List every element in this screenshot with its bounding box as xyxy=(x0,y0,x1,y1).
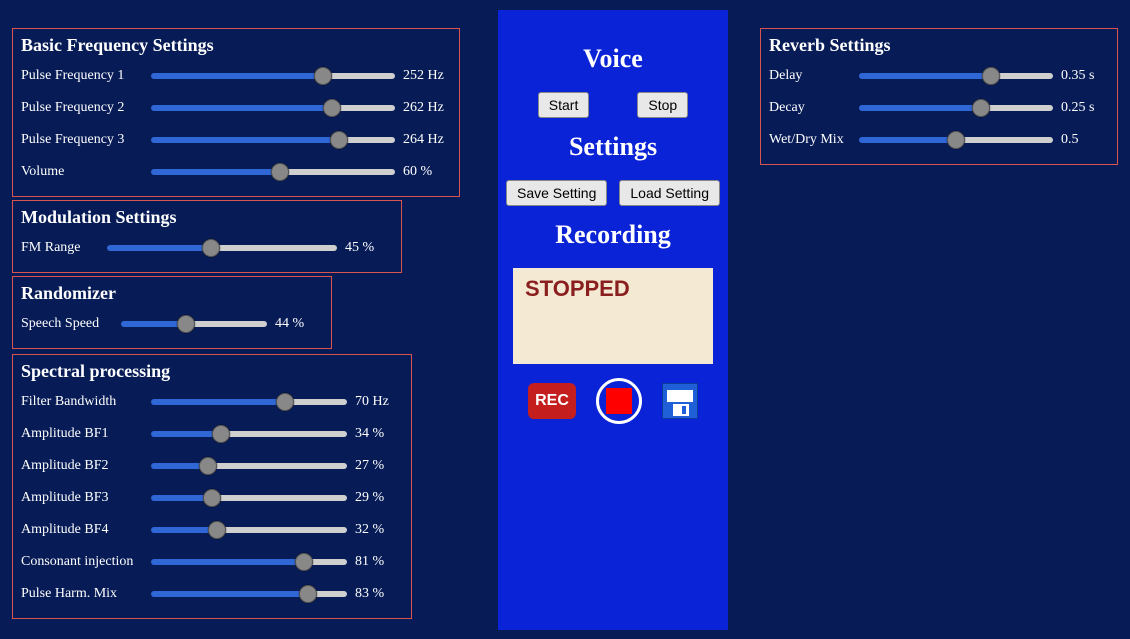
slider[interactable] xyxy=(151,559,347,565)
settings-heading: Settings xyxy=(498,132,728,162)
randomizer-panel: Randomizer Speech Speed 44 % xyxy=(12,276,332,349)
slider-label: Filter Bandwidth xyxy=(21,394,151,410)
slider[interactable] xyxy=(121,321,267,327)
panel-title: Spectral processing xyxy=(21,361,403,382)
slider[interactable] xyxy=(151,495,347,501)
voice-heading: Voice xyxy=(498,44,728,74)
slider-value: 27 % xyxy=(347,458,403,474)
panel-title: Modulation Settings xyxy=(21,207,393,228)
slider-label: Decay xyxy=(769,100,859,116)
slider[interactable] xyxy=(151,105,395,111)
load-setting-button[interactable]: Load Setting xyxy=(619,180,720,206)
basic-frequency-panel: Basic Frequency Settings Pulse Frequency… xyxy=(12,28,460,197)
slider-row: Wet/Dry Mix 0.5 xyxy=(769,124,1109,156)
slider-label: Delay xyxy=(769,68,859,84)
slider-label: FM Range xyxy=(21,240,107,256)
slider-value: 0.25 s xyxy=(1053,100,1109,116)
slider-label: Amplitude BF4 xyxy=(21,522,151,538)
slider-label: Amplitude BF2 xyxy=(21,458,151,474)
save-recording-button[interactable] xyxy=(662,383,698,419)
record-button[interactable]: REC xyxy=(528,383,576,419)
slider-row: Decay 0.25 s xyxy=(769,92,1109,124)
slider-label: Amplitude BF3 xyxy=(21,490,151,506)
slider-value: 262 Hz xyxy=(395,100,451,116)
slider-value: 60 % xyxy=(395,164,451,180)
slider-row: Amplitude BF1 34 % xyxy=(21,418,403,450)
slider[interactable] xyxy=(107,245,337,251)
slider-row: Pulse Frequency 3 264 Hz xyxy=(21,124,451,156)
start-button[interactable]: Start xyxy=(538,92,590,118)
slider-value: 34 % xyxy=(347,426,403,442)
slider-value: 252 Hz xyxy=(395,68,451,84)
slider-value: 70 Hz xyxy=(347,394,403,410)
slider-value: 29 % xyxy=(347,490,403,506)
slider[interactable] xyxy=(859,73,1053,79)
slider[interactable] xyxy=(151,399,347,405)
slider-value: 83 % xyxy=(347,586,403,602)
slider-row: Consonant injection 81 % xyxy=(21,546,403,578)
spectral-panel: Spectral processing Filter Bandwidth 70 H… xyxy=(12,354,412,619)
slider-row: Volume 60 % xyxy=(21,156,451,188)
slider[interactable] xyxy=(151,591,347,597)
stop-icon xyxy=(606,388,632,414)
slider-value: 44 % xyxy=(267,316,323,332)
slider-label: Pulse Frequency 3 xyxy=(21,132,151,148)
slider-value: 264 Hz xyxy=(395,132,451,148)
slider-row: FM Range 45 % xyxy=(21,232,393,264)
slider-row: Amplitude BF2 27 % xyxy=(21,450,403,482)
modulation-panel: Modulation Settings FM Range 45 % xyxy=(12,200,402,273)
slider[interactable] xyxy=(859,137,1053,143)
slider-value: 0.35 s xyxy=(1053,68,1109,84)
slider-label: Pulse Frequency 2 xyxy=(21,100,151,116)
floppy-icon xyxy=(667,390,693,402)
stop-button[interactable]: Stop xyxy=(637,92,688,118)
slider-row: Filter Bandwidth 70 Hz xyxy=(21,386,403,418)
center-column: Voice Start Stop Settings Save Setting L… xyxy=(498,10,728,630)
slider-row: Amplitude BF3 29 % xyxy=(21,482,403,514)
recording-heading: Recording xyxy=(498,220,728,250)
slider-value: 32 % xyxy=(347,522,403,538)
slider[interactable] xyxy=(151,431,347,437)
panel-title: Reverb Settings xyxy=(769,35,1109,56)
slider-label: Amplitude BF1 xyxy=(21,426,151,442)
save-setting-button[interactable]: Save Setting xyxy=(506,180,607,206)
slider-label: Speech Speed xyxy=(21,316,121,332)
slider-label: Consonant injection xyxy=(21,554,151,570)
slider[interactable] xyxy=(859,105,1053,111)
slider[interactable] xyxy=(151,73,395,79)
slider-label: Pulse Frequency 1 xyxy=(21,68,151,84)
slider-row: Pulse Harm. Mix 83 % xyxy=(21,578,403,610)
slider-label: Wet/Dry Mix xyxy=(769,132,859,148)
slider-row: Amplitude BF4 32 % xyxy=(21,514,403,546)
slider-row: Delay 0.35 s xyxy=(769,60,1109,92)
slider-row: Speech Speed 44 % xyxy=(21,308,323,340)
slider-label: Volume xyxy=(21,164,151,180)
recording-status-display: STOPPED xyxy=(513,268,713,364)
reverb-panel: Reverb Settings Delay 0.35 s Decay 0.25 s We… xyxy=(760,28,1118,165)
stop-record-button[interactable] xyxy=(596,378,642,424)
panel-title: Basic Frequency Settings xyxy=(21,35,451,56)
slider[interactable] xyxy=(151,527,347,533)
slider-value: 81 % xyxy=(347,554,403,570)
slider-label: Pulse Harm. Mix xyxy=(21,586,151,602)
slider-value: 0.5 xyxy=(1053,132,1109,148)
slider-value: 45 % xyxy=(337,240,393,256)
slider[interactable] xyxy=(151,463,347,469)
slider-row: Pulse Frequency 1 252 Hz xyxy=(21,60,451,92)
panel-title: Randomizer xyxy=(21,283,323,304)
slider[interactable] xyxy=(151,137,395,143)
slider[interactable] xyxy=(151,169,395,175)
slider-row: Pulse Frequency 2 262 Hz xyxy=(21,92,451,124)
